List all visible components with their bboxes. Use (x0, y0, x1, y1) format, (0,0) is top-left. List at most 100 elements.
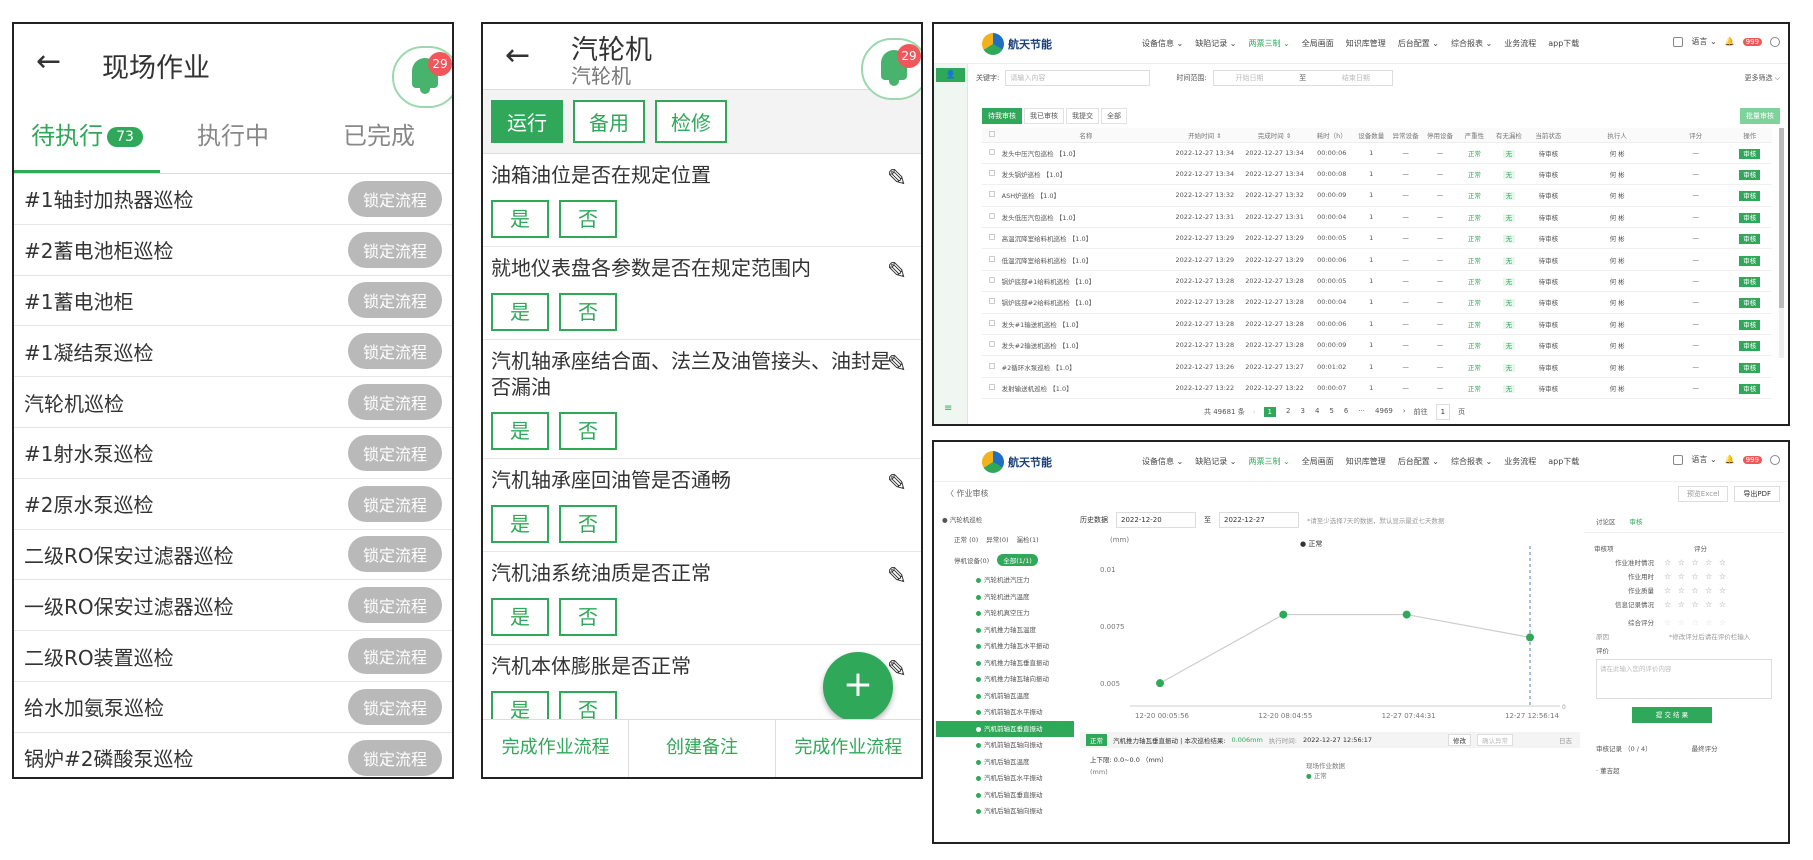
brand-logo[interactable]: 航天节能 (982, 32, 1082, 55)
row-checkbox[interactable] (988, 319, 995, 326)
breadcrumb[interactable]: 〈 作业审核 (946, 488, 989, 499)
table-row[interactable]: 发射输送机巡检 【1.0】 2022-12-27 13:22 2022-12-27 … (982, 377, 1772, 400)
lock-flow-button[interactable]: 锁定流程 (347, 638, 442, 675)
notification-bell-icon[interactable]: 29 (861, 38, 921, 100)
column-header[interactable]: 完成时间 ⇕ (1239, 128, 1310, 143)
edit-pencil-icon[interactable]: ✎ (887, 164, 907, 192)
menu-item[interactable]: 知识库管理 (1346, 38, 1386, 49)
tree-item[interactable]: 汽轮机真空压力 (936, 605, 1074, 622)
tree-item[interactable]: 汽轮机进汽压力 (936, 572, 1074, 589)
table-row[interactable]: 发头中压汽包巡检 【1.0】 2022-12-27 13:34 2022-12-27… (982, 142, 1772, 164)
back-arrow-icon[interactable]: ← (36, 44, 61, 79)
modify-button[interactable]: 修改 (1448, 734, 1472, 746)
bell-icon[interactable]: 🔔 (1725, 37, 1735, 46)
table-row[interactable]: 发头#1输送机巡检 【1.0】 2022-12-27 13:28 2022-12-2… (982, 313, 1772, 336)
star-rating[interactable]: ☆ ☆ ☆ ☆ ☆ (1664, 572, 1728, 581)
page-number[interactable]: 1 (1263, 407, 1276, 417)
lock-flow-button[interactable]: 锁定流程 (347, 231, 442, 268)
preview-excel-button[interactable]: 预览Excel (1677, 486, 1729, 502)
tree-item[interactable]: 汽机推力轴瓦轴向振动 (936, 671, 1074, 688)
tree-item[interactable]: 汽机前轴瓦温度 (936, 688, 1074, 705)
list-item[interactable]: #2原水泵巡检 锁定流程 (14, 479, 452, 530)
lock-flow-button[interactable]: 锁定流程 (347, 587, 442, 624)
state-running-button[interactable]: 运行 (491, 100, 563, 143)
tab-completed[interactable]: 已完成 (306, 106, 452, 173)
confirm-abnormal-button[interactable]: 确认异常 (1477, 734, 1514, 746)
page-number[interactable]: 5 (1329, 407, 1333, 417)
review-button[interactable]: 审核 (1739, 298, 1761, 309)
page-number[interactable]: 3 (1300, 407, 1304, 417)
page-number[interactable]: ··· (1358, 407, 1365, 417)
page-number[interactable]: 4 (1315, 407, 1319, 417)
notification-bell-icon[interactable]: 29 (392, 46, 452, 108)
menu-item[interactable]: 后台配置 ⌄ (1398, 38, 1439, 49)
table-row[interactable]: 发头锅炉巡检 【1.0】 2022-12-27 13:34 2022-12-27 1… (982, 163, 1772, 186)
tree-item[interactable]: 汽机前轴瓦水平振动 (936, 704, 1074, 721)
avatar[interactable] (1770, 36, 1780, 47)
row-checkbox[interactable] (988, 298, 995, 305)
row-checkbox[interactable] (988, 170, 995, 177)
review-button[interactable]: 审核 (1739, 170, 1761, 181)
menu-item[interactable]: 设备信息 ⌄ (1142, 38, 1183, 49)
state-standby-button[interactable]: 备用 (573, 100, 645, 143)
lock-flow-button[interactable]: 锁定流程 (347, 282, 442, 319)
table-row[interactable]: ASH炉巡检 【1.0】 2022-12-27 13:32 2022-12-27 1… (982, 184, 1772, 207)
tree-item[interactable]: 汽机后轴瓦垂直振动 (936, 787, 1074, 804)
date-range-input[interactable]: 开始日期至结束日期 (1212, 70, 1393, 86)
review-button[interactable]: 审核 (1739, 234, 1761, 245)
table-row[interactable]: 锅炉底部#1给料机巡检 【1.0】 2022-12-27 13:28 2022-12… (982, 270, 1772, 293)
yes-button[interactable]: 是 (491, 293, 549, 331)
menu-item[interactable]: 缺陷记录 ⌄ (1195, 38, 1236, 49)
no-button[interactable]: 否 (559, 505, 617, 543)
tree-item[interactable]: 汽机推力轴瓦温度 (936, 622, 1074, 639)
complete-flow-button-2[interactable]: 完成作业流程 (776, 720, 921, 777)
star-rating[interactable]: ☆ ☆ ☆ ☆ ☆ (1664, 558, 1728, 567)
filter-tab[interactable]: 我已审核 (1024, 108, 1064, 124)
row-checkbox[interactable] (988, 341, 995, 348)
edit-pencil-icon[interactable]: ✎ (887, 350, 907, 378)
create-note-button[interactable]: 创建备注 (629, 720, 776, 777)
lock-flow-button[interactable]: 锁定流程 (347, 384, 442, 421)
yes-button[interactable]: 是 (491, 505, 549, 543)
state-maintenance-button[interactable]: 检修 (655, 100, 727, 143)
comment-textarea[interactable]: 请在此输入您的评价内容 (1596, 659, 1772, 699)
yes-button[interactable]: 是 (491, 200, 549, 238)
batch-review-button[interactable]: 批量审核 (1740, 108, 1780, 124)
fullscreen-icon[interactable] (1673, 36, 1684, 47)
table-scrollbar[interactable] (1779, 128, 1784, 358)
lock-flow-button[interactable]: 锁定流程 (347, 434, 442, 471)
menu-item[interactable]: app下载 (1548, 456, 1579, 467)
goto-page-input[interactable]: 1 (1435, 404, 1451, 420)
keyword-input[interactable]: 请输入内容 (1005, 70, 1151, 86)
count-normal[interactable]: 正常 (0) (954, 534, 978, 544)
add-fab-button[interactable]: + (823, 652, 893, 722)
no-button[interactable]: 否 (559, 293, 617, 331)
tab-in-progress[interactable]: 执行中 (160, 106, 306, 173)
page-number[interactable]: 6 (1344, 407, 1348, 417)
tab-discussion[interactable]: 讨论区 (1596, 516, 1616, 526)
list-item[interactable]: 汽轮机巡检 锁定流程 (14, 377, 452, 428)
page-number[interactable]: 4969 (1375, 407, 1393, 417)
list-item[interactable]: #2蓄电池柜巡检 锁定流程 (14, 225, 452, 276)
table-row[interactable]: 低温沉降室给料机巡检 【1.0】 2022-12-27 13:29 2022-12-… (982, 248, 1772, 271)
lock-flow-button[interactable]: 锁定流程 (347, 485, 442, 522)
menu-item[interactable]: 业务流程 (1504, 456, 1536, 467)
menu-toggle-icon[interactable]: ≡ (944, 403, 952, 414)
list-item[interactable]: 二级RO装置巡检 锁定流程 (14, 631, 452, 682)
edit-pencil-icon[interactable]: ✎ (887, 469, 907, 497)
row-checkbox[interactable] (988, 234, 995, 241)
tab-review[interactable]: 审核 (1630, 516, 1643, 526)
row-checkbox[interactable] (988, 383, 995, 390)
submit-result-button[interactable]: 提 交 结 果 (1632, 707, 1712, 723)
table-row[interactable]: 高温沉降室给料机巡检 【1.0】 2022-12-27 13:29 2022-12-… (982, 227, 1772, 250)
table-row[interactable]: #2循环水泵巡检 【1.0】 2022-12-27 13:26 2022-12-27… (982, 355, 1772, 378)
lock-flow-button[interactable]: 锁定流程 (347, 180, 442, 217)
menu-item[interactable]: 缺陷记录 ⌄ (1195, 456, 1236, 467)
avatar[interactable] (1770, 454, 1780, 465)
count-missed[interactable]: 漏检(1) (1017, 534, 1039, 544)
count-stopped[interactable]: 停机设备(0) (954, 555, 989, 565)
user-icon[interactable]: 👤 (936, 68, 965, 82)
menu-item[interactable]: 全局画面 (1302, 456, 1334, 467)
page-number[interactable]: › (1403, 407, 1406, 417)
log-link[interactable]: 日志 (1559, 735, 1572, 745)
